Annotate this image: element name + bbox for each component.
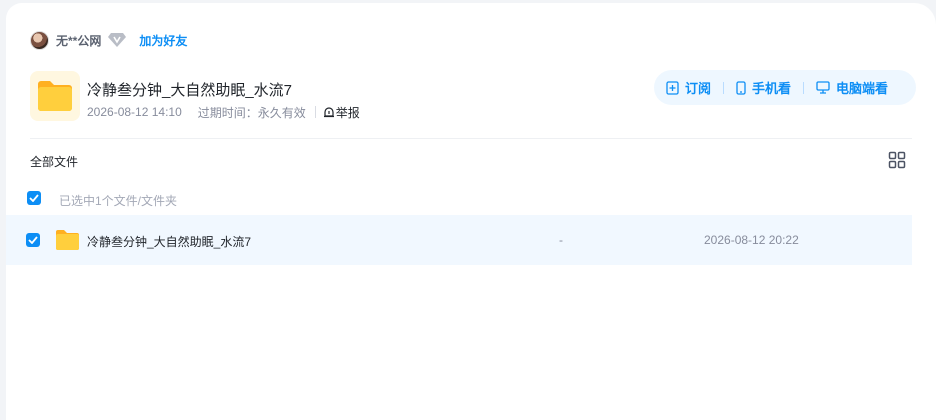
share-page-card: 无**公网 加为好友 冷静叁分钟_大自然助眠_水流7 2026-08-12 14… [6,3,936,420]
avatar[interactable] [30,30,49,50]
desktop-view-button[interactable]: 电脑端看 [816,78,888,97]
select-all-checkbox[interactable] [27,191,41,205]
meta-divider [314,106,316,118]
add-friend-link[interactable]: 加为好友 [139,32,187,49]
sharer-info: 无**公网 加为好友 [30,30,187,50]
share-expiry: 过期时间：永久有效 [197,105,306,120]
check-icon [29,194,39,202]
sharer-name[interactable]: 无**公网 [56,32,101,49]
report-label: 举报 [335,105,360,120]
phone-icon [736,80,746,95]
file-size: - [559,233,563,247]
file-modified-time: 2026-08-12 20:22 [704,233,799,247]
breadcrumb[interactable]: 全部文件 [30,153,78,170]
subscribe-label: 订阅 [685,81,712,96]
selection-status: 已选中1个文件/文件夹 [59,194,178,208]
file-name[interactable]: 冷静叁分钟_大自然助眠_水流7 [87,233,251,250]
subscribe-button[interactable]: 订阅 [666,78,711,97]
share-folder-icon [30,71,80,121]
share-actions: 订阅 手机看 电脑端看 [654,70,916,105]
share-created-time: 2026-08-12 14:10 [87,105,182,119]
check-icon [28,236,38,244]
subscribe-icon [666,80,679,95]
share-meta: 2026-08-12 14:10 过期时间：永久有效 举报 [87,104,360,120]
header-divider [30,138,912,139]
desktop-view-label: 电脑端看 [836,81,889,96]
action-divider [723,81,725,94]
monitor-icon [816,81,830,94]
grid-view-icon[interactable] [888,151,906,169]
share-title: 冷静叁分钟_大自然助眠_水流7 [87,82,293,99]
table-row[interactable]: 冷静叁分钟_大自然助眠_水流7 - 2026-08-12 20:22 [6,215,912,265]
row-checkbox[interactable] [26,233,40,247]
vip-diamond-icon [108,32,127,48]
report-icon [323,107,334,118]
action-divider [803,81,805,94]
folder-icon [55,228,80,252]
mobile-view-button[interactable]: 手机看 [736,78,791,97]
mobile-view-label: 手机看 [752,81,792,96]
report-button[interactable]: 举报 [323,104,360,121]
